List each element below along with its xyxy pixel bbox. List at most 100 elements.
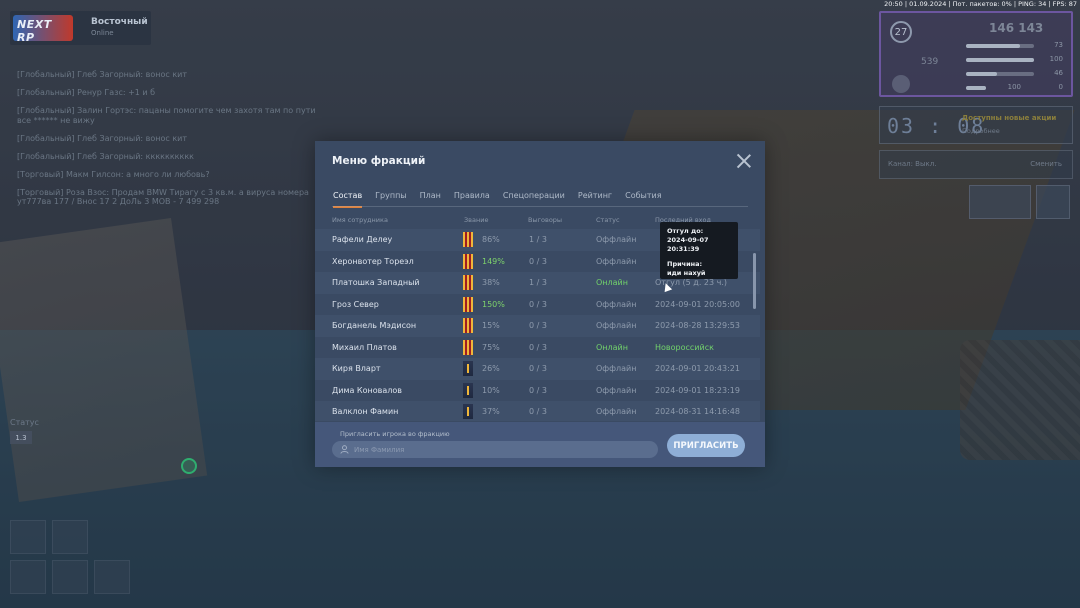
wanted-value: 0 bbox=[1058, 83, 1063, 91]
hud-topbar: 20:50 | 01.09.2024 | Пот. пакетов: 0% | … bbox=[884, 0, 1077, 8]
health-bar bbox=[966, 58, 1034, 62]
voice-channel-panel: Канал: Выкл. Сменить bbox=[879, 150, 1073, 179]
member-status: Онлайн bbox=[596, 278, 628, 287]
user-icon bbox=[340, 445, 349, 454]
tooltip-until-label: Отгул до: bbox=[667, 227, 704, 235]
tooltip-reason-value: иди нахуй bbox=[667, 269, 706, 277]
chat-line: [Глобальный] Глеб Загорный: вонос кит bbox=[17, 133, 188, 143]
member-warnings: 0 / 3 bbox=[529, 321, 547, 330]
chat-line: [Глобальный] Ренур Газс: +1 и б bbox=[17, 88, 156, 97]
voice-channel-change-button[interactable]: Сменить bbox=[1030, 160, 1062, 168]
rank-icon bbox=[463, 404, 473, 419]
member-activity: 37% bbox=[482, 407, 500, 416]
member-last-login[interactable]: 2024-09-01 18:23:19 bbox=[655, 386, 740, 395]
member-warnings: 0 / 3 bbox=[529, 385, 547, 395]
armor-bar bbox=[966, 86, 986, 90]
member-name: Киря Вларт bbox=[332, 364, 381, 373]
faction-menu-modal: Меню фракций Состав Группы План Правила … bbox=[315, 141, 765, 467]
member-status: Онлайн bbox=[596, 342, 628, 352]
tab-divider bbox=[332, 206, 748, 207]
col-status: Статус bbox=[596, 216, 620, 224]
member-status: Оффлайн bbox=[596, 256, 637, 266]
server-name: Восточный Online bbox=[91, 17, 148, 39]
member-activity: 15% bbox=[482, 321, 500, 330]
member-activity: 75% bbox=[482, 342, 500, 352]
table-scrollbar[interactable] bbox=[753, 253, 756, 309]
member-status: Оффлайн bbox=[596, 364, 637, 373]
timer-more-link[interactable]: Подробнее bbox=[962, 127, 1000, 135]
inventory-slot[interactable] bbox=[94, 560, 130, 594]
invite-label: Пригласить игрока во фракцию bbox=[340, 430, 450, 438]
chat-line: [Торговый] Макм Гилсон: а много ли любов… bbox=[17, 169, 210, 179]
chat-line: [Торговый] Роза Взос: Продам BMW Тирагу … bbox=[17, 187, 309, 207]
secondary-amount: 539 bbox=[921, 57, 939, 67]
inventory-slot[interactable] bbox=[52, 520, 88, 554]
invite-button[interactable]: ПРИГЛАСИТЬ bbox=[667, 434, 745, 457]
level-badge: 27 bbox=[890, 21, 912, 43]
member-last-login[interactable]: 2024-09-01 20:05:00 bbox=[655, 300, 740, 309]
member-last-login[interactable]: Новороссийск bbox=[655, 343, 714, 352]
member-name: Рафели Делеу bbox=[332, 235, 393, 244]
member-name: Гроз Север bbox=[332, 299, 379, 309]
member-row[interactable]: Богданель Мэдисон 15% 0 / 3 Оффлайн 2024-08-… bbox=[315, 315, 760, 337]
member-last-login[interactable]: 2024-08-31 14:16:48 bbox=[655, 407, 740, 416]
stamina-value: 46 bbox=[1054, 69, 1063, 77]
heart-icon bbox=[892, 75, 910, 93]
member-last-login[interactable]: 2024-08-28 13:29:53 bbox=[655, 321, 740, 330]
member-warnings: 0 / 3 bbox=[529, 364, 547, 373]
member-name: Валклон Фамин bbox=[332, 407, 399, 416]
notifications-bell-icon[interactable] bbox=[1036, 185, 1070, 219]
server-badge: NEXT RP Восточный Online bbox=[10, 11, 151, 45]
invite-field[interactable] bbox=[332, 441, 658, 458]
inventory-slot[interactable] bbox=[10, 520, 46, 554]
member-warnings: 1 / 3 bbox=[529, 278, 547, 287]
inventory-slot[interactable] bbox=[52, 560, 88, 594]
server-name-text: Восточный bbox=[91, 17, 148, 27]
member-row[interactable]: Валклон Фамин 37% 0 / 3 Оффлайн 2024-08-31 1… bbox=[315, 401, 760, 421]
member-name: Михаил Платов bbox=[332, 342, 397, 352]
money-amount: 146 143 bbox=[989, 21, 1044, 35]
promo-timer[interactable]: 03 : 08 Доступны новые акции Подробнее bbox=[879, 106, 1073, 144]
member-name: Дима Коновалов bbox=[332, 385, 402, 395]
close-icon[interactable] bbox=[737, 154, 751, 168]
rank-icon bbox=[463, 318, 473, 333]
chat-line: [Глобальный] Глеб Загорный: вонос кит bbox=[17, 70, 188, 79]
member-name: Платошка Западный bbox=[332, 278, 420, 287]
member-row[interactable]: Михаил Платов 75% 0 / 3 Онлайн Новороссийск bbox=[315, 337, 760, 359]
tooltip-until-value: 2024-09-07 20:31:39 bbox=[667, 236, 709, 253]
modal-title: Меню фракций bbox=[332, 155, 426, 167]
invite-name-input[interactable] bbox=[354, 441, 654, 458]
member-status: Оффлайн bbox=[596, 321, 637, 330]
member-warnings: 0 / 3 bbox=[529, 342, 547, 352]
status-label: Статус bbox=[10, 418, 39, 427]
inventory-slot[interactable] bbox=[10, 560, 46, 594]
member-row[interactable]: Киря Вларт 26% 0 / 3 Оффлайн 2024-09-01 20:4… bbox=[315, 358, 760, 380]
col-warnings: Выговоры bbox=[528, 216, 563, 224]
rank-icon bbox=[463, 339, 473, 355]
member-activity: 150% bbox=[482, 299, 505, 309]
server-logo-text: NEXT RP bbox=[17, 18, 52, 44]
member-warnings: 0 / 3 bbox=[529, 407, 547, 416]
member-warnings: 0 / 3 bbox=[529, 256, 547, 266]
member-activity: 10% bbox=[482, 385, 500, 395]
rank-icon bbox=[463, 382, 473, 398]
member-status: Оффлайн bbox=[596, 385, 637, 395]
member-row[interactable]: Дима Коновалов 10% 0 / 3 Оффлайн 2024-09-01 … bbox=[315, 380, 760, 402]
member-activity: 149% bbox=[482, 256, 505, 266]
member-row[interactable]: Гроз Север 150% 0 / 3 Оффлайн 2024-09-01 20:… bbox=[315, 294, 760, 316]
member-status: Оффлайн bbox=[596, 407, 637, 416]
health-value: 100 bbox=[1049, 55, 1063, 63]
hunger-bar bbox=[966, 44, 1034, 48]
member-name: Херонвотер Тореэл bbox=[332, 256, 414, 266]
stamina-bar bbox=[966, 72, 1034, 76]
chat-log: [Глобальный] Глеб Загорный: вонос кит [Г… bbox=[17, 70, 317, 215]
leave-tooltip: Отгул до: 2024-09-07 20:31:39 Причина: и… bbox=[660, 222, 738, 279]
member-activity: 38% bbox=[482, 278, 500, 287]
server-logo: NEXT RP bbox=[13, 15, 73, 44]
member-last-login[interactable]: 2024-09-01 20:43:21 bbox=[655, 364, 740, 373]
member-status: Оффлайн bbox=[596, 299, 637, 309]
col-name: Имя сотрудника bbox=[332, 216, 388, 224]
calendar-widget[interactable] bbox=[969, 185, 1031, 219]
member-warnings: 0 / 3 bbox=[529, 299, 547, 309]
member-activity: 86% bbox=[482, 235, 500, 244]
